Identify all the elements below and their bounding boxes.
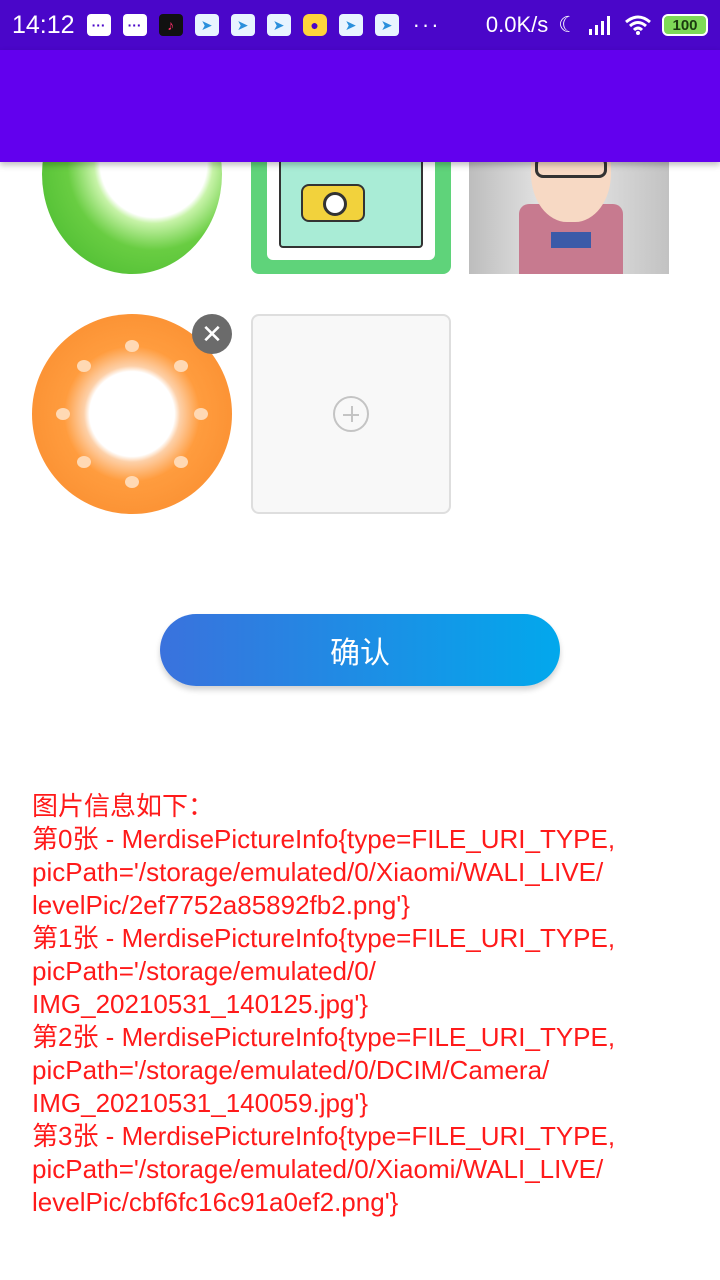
info-line: picPath='/storage/emulated/0/DCIM/Camera… (32, 1055, 550, 1085)
picture-info-text: 图片信息如下： 第0张 - MerdisePictureInfo{type=FI… (32, 790, 692, 1219)
notification-icons: ··· ··· ♪ ➤ ➤ ➤ ● ➤ ➤ (86, 14, 399, 36)
ring-dot (77, 360, 91, 372)
more-notifications-icon: ··· (412, 12, 441, 37)
send-icon: ➤ (338, 14, 363, 36)
ring-dot (56, 408, 70, 420)
info-line: IMG_20210531_140125.jpg'} (32, 989, 369, 1019)
status-right: 0.0K/s ☾ 100 (486, 12, 708, 38)
message-icon: ··· (86, 14, 111, 36)
info-line: levelPic/cbf6fc16c91a0ef2.png'} (32, 1187, 399, 1217)
info-line: 第3张 - MerdisePictureInfo{type=FILE_URI_T… (32, 1121, 616, 1151)
signal-icon (589, 16, 610, 35)
battery-icon: 100 (662, 14, 708, 36)
app-icon: ● (302, 14, 327, 36)
send-icon: ➤ (374, 14, 399, 36)
send-icon: ➤ (194, 14, 219, 36)
info-line: picPath='/storage/emulated/0/Xiaomi/WALI… (32, 1154, 604, 1184)
ring-dot (77, 456, 91, 468)
add-picture-button[interactable] (251, 314, 451, 514)
message-icon: ··· (122, 14, 147, 36)
tiktok-icon: ♪ (158, 14, 183, 36)
camera-illustration (301, 184, 365, 222)
close-icon: ✕ (201, 319, 223, 349)
ring-dot (174, 360, 188, 372)
confirm-button[interactable]: 确认 (160, 614, 560, 686)
info-line: 第1张 - MerdisePictureInfo{type=FILE_URI_T… (32, 923, 616, 953)
status-time: 14:12 (12, 10, 75, 39)
ring-dot (174, 456, 188, 468)
character-belt (551, 232, 591, 248)
net-speed: 0.0K/s (485, 12, 549, 37)
remove-picture-button[interactable]: ✕ (192, 314, 232, 354)
info-header: 图片信息如下： (32, 791, 215, 821)
add-circle-icon (333, 396, 369, 432)
ring-dot (125, 340, 139, 352)
info-line: picPath='/storage/emulated/0/Xiaomi/WALI… (32, 857, 604, 887)
info-line: levelPic/2ef7752a85892fb2.png'} (32, 890, 410, 920)
ring-dot (194, 408, 208, 420)
send-icon: ➤ (230, 14, 255, 36)
status-bar: 14:12 ··· ··· ♪ ➤ ➤ ➤ ● ➤ ➤ ··· 0.0K/s ☾… (0, 0, 720, 50)
info-line: 第0张 - MerdisePictureInfo{type=FILE_URI_T… (32, 824, 616, 854)
info-line: IMG_20210531_140059.jpg'} (32, 1088, 369, 1118)
send-icon: ➤ (266, 14, 291, 36)
info-line: 第2张 - MerdisePictureInfo{type=FILE_URI_T… (32, 1022, 616, 1052)
info-line: picPath='/storage/emulated/0/ (32, 956, 376, 986)
app-bar (0, 50, 720, 162)
wifi-icon (625, 15, 651, 35)
ring-dot (125, 476, 139, 488)
moon-icon: ☾ (558, 12, 578, 37)
